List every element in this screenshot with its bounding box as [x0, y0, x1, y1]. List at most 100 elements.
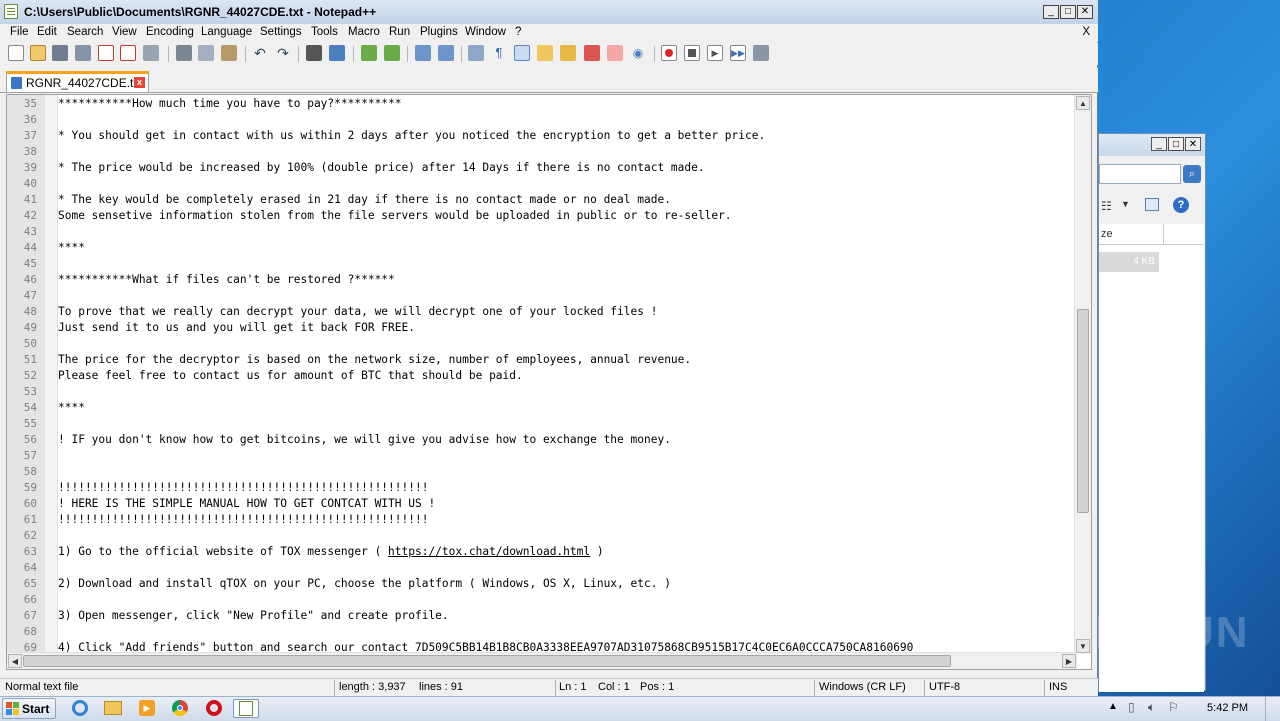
minimize-button[interactable]: _ — [1043, 5, 1059, 19]
show-desktop-button[interactable] — [1265, 697, 1280, 721]
scroll-right-icon[interactable]: ▶ — [1062, 654, 1076, 668]
maximize-button[interactable]: □ — [1060, 5, 1076, 19]
editor-line[interactable]: 38 — [7, 144, 1077, 160]
editor-line[interactable]: 49 Just send it to us and you will get it… — [7, 320, 1077, 336]
scroll-up-icon[interactable]: ▲ — [1076, 96, 1090, 110]
view-options-icon[interactable]: ☷ — [1101, 199, 1112, 213]
menu-plugins[interactable]: Plugins — [420, 26, 458, 38]
menu-help[interactable]: ? — [515, 26, 521, 38]
help-icon[interactable]: ? — [1173, 197, 1189, 213]
scroll-left-icon[interactable]: ◀ — [8, 654, 22, 668]
scroll-down-icon[interactable]: ▼ — [1076, 639, 1090, 653]
editor-line[interactable]: 57 — [7, 448, 1077, 464]
vertical-scroll-thumb[interactable] — [1077, 309, 1089, 513]
menu-edit[interactable]: Edit — [37, 26, 57, 38]
editor-line[interactable]: 39 * The price would be increased by 100%… — [7, 160, 1077, 176]
editor-line[interactable]: 63 1) Go to the official website of TOX m… — [7, 544, 1077, 560]
stop-macro-icon[interactable] — [684, 45, 700, 61]
tab-rgnr-file[interactable]: RGNR_44027CDE.txt x — [6, 71, 149, 92]
menu-settings[interactable]: Settings — [260, 26, 302, 38]
chrome-icon[interactable] — [167, 699, 193, 718]
bg-search-input[interactable] — [1099, 164, 1181, 184]
show-all-chars-icon[interactable]: ¶ — [491, 45, 507, 61]
menu-window[interactable]: Window — [465, 26, 506, 38]
run-macro-multiple-icon[interactable]: ▶▶ — [730, 45, 746, 61]
start-button[interactable]: Start — [2, 698, 56, 719]
editor-line[interactable]: 45 — [7, 256, 1077, 272]
editor-line[interactable]: 67 3) Open messenger, click "New Profile"… — [7, 608, 1077, 624]
save-macro-icon[interactable] — [753, 45, 769, 61]
titlebar[interactable]: C:\Users\Public\Documents\RGNR_44027CDE.… — [0, 0, 1098, 25]
editor-line[interactable]: 36 — [7, 112, 1077, 128]
editor-line[interactable]: 68 — [7, 624, 1077, 640]
bg-view-toolbar[interactable]: ☷ ▼ ? — [1099, 196, 1205, 218]
cut-icon[interactable] — [176, 45, 192, 61]
redo-icon[interactable]: ↷ — [275, 45, 291, 61]
print-icon[interactable] — [143, 45, 159, 61]
folder-workspace-icon[interactable] — [584, 45, 600, 61]
copy-icon[interactable] — [198, 45, 214, 61]
editor-line[interactable]: 46 ***********What if files can't be rest… — [7, 272, 1077, 288]
editor-line[interactable]: 51 The price for the decryptor is based o… — [7, 352, 1077, 368]
doc-map-icon[interactable] — [537, 45, 553, 61]
sync-vertical-icon[interactable] — [415, 45, 431, 61]
horizontal-scroll-thumb[interactable] — [23, 655, 951, 667]
monitoring-icon[interactable] — [607, 45, 623, 61]
editor-line[interactable]: 53 — [7, 384, 1077, 400]
editor-line[interactable]: 42 Some sensetive information stolen from… — [7, 208, 1077, 224]
flag-icon[interactable]: ⚐ — [1168, 700, 1179, 714]
editor-line[interactable]: 66 — [7, 592, 1077, 608]
editor-line[interactable]: 44 **** — [7, 240, 1077, 256]
open-folder-icon[interactable] — [30, 45, 46, 61]
editor-line[interactable]: 56 ! IF you don't know how to get bitcoin… — [7, 432, 1077, 448]
opera-icon[interactable] — [201, 699, 227, 718]
tray-expand-icon[interactable]: ▲ — [1108, 701, 1118, 712]
menu-tools[interactable]: Tools — [311, 26, 338, 38]
close-all-icon[interactable] — [120, 45, 136, 61]
editor-line[interactable]: 48 To prove that we really can decrypt yo… — [7, 304, 1077, 320]
editor-line[interactable]: 47 — [7, 288, 1077, 304]
eye-icon[interactable]: ◉ — [630, 45, 646, 61]
file-explorer-icon[interactable] — [100, 699, 126, 718]
preview-pane-icon[interactable] — [1145, 198, 1159, 211]
play-macro-icon[interactable]: ▶ — [707, 45, 723, 61]
zoom-in-icon[interactable] — [361, 45, 377, 61]
menu-macro[interactable]: Macro — [348, 26, 380, 38]
indent-guide-icon[interactable] — [514, 45, 530, 61]
editor-line[interactable]: 43 — [7, 224, 1077, 240]
editor-line[interactable]: 41 * The key would be completely erased i… — [7, 192, 1077, 208]
chevron-down-icon[interactable]: ▼ — [1121, 199, 1130, 209]
notepadpp-window[interactable]: C:\Users\Public\Documents\RGNR_44027CDE.… — [0, 0, 1098, 697]
status-insert-mode[interactable]: INS — [1049, 681, 1067, 693]
notepadpp-taskbar-button[interactable] — [233, 699, 259, 718]
word-wrap-icon[interactable] — [468, 45, 484, 61]
editor-line[interactable]: 65 2) Download and install qTOX on your P… — [7, 576, 1077, 592]
search-icon[interactable]: ⌕ — [1183, 165, 1201, 183]
tox-download-link[interactable]: https://tox.chat/download.html — [388, 545, 590, 558]
editor-line[interactable]: 62 — [7, 528, 1077, 544]
menu-file[interactable]: File — [10, 26, 29, 38]
editor-line[interactable]: 59!!!!!!!!!!!!!!!!!!!!!!!!!!!!!!!!!!!!!!… — [7, 480, 1077, 496]
undo-icon[interactable]: ↶ — [252, 45, 268, 61]
editor-line[interactable]: 55 — [7, 416, 1077, 432]
media-player-icon[interactable]: ▶ — [134, 699, 160, 718]
horizontal-scrollbar[interactable]: ◀ ▶ — [7, 652, 1077, 669]
paste-icon[interactable] — [221, 45, 237, 61]
find-icon[interactable] — [306, 45, 322, 61]
notepadpp-app-icon[interactable] — [4, 4, 18, 19]
menu-language[interactable]: Language — [201, 26, 252, 38]
save-all-icon[interactable] — [75, 45, 91, 61]
editor-line[interactable]: 35 ***********How much time you have to p… — [7, 96, 1077, 112]
sync-horizontal-icon[interactable] — [438, 45, 454, 61]
status-eol[interactable]: Windows (CR LF) — [819, 681, 906, 693]
menu-run[interactable]: Run — [389, 26, 410, 38]
save-icon[interactable] — [52, 45, 68, 61]
tray-network-icon[interactable]: ▯ — [1128, 700, 1135, 714]
clock[interactable]: 5:42 PM — [1207, 702, 1248, 714]
editor-line[interactable]: 54 **** — [7, 400, 1077, 416]
status-encoding[interactable]: UTF-8 — [929, 681, 960, 693]
close-document-x[interactable]: X — [1082, 26, 1090, 38]
menu-encoding[interactable]: Encoding — [146, 26, 194, 38]
bg-column-header-size[interactable]: ze — [1099, 224, 1204, 245]
editor-line[interactable]: 60 ! HERE IS THE SIMPLE MANUAL HOW TO GET… — [7, 496, 1077, 512]
